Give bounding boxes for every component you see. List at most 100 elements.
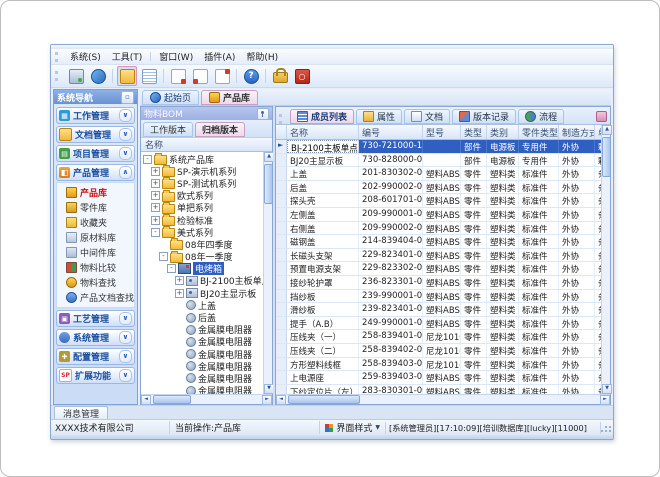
cell[interactable]: 左侧盖 xyxy=(287,208,359,221)
tree-node[interactable]: -美式系列 xyxy=(141,226,263,238)
cell[interactable]: 零件 xyxy=(461,194,487,207)
cell[interactable]: 外协 xyxy=(559,222,595,235)
tree-node[interactable]: +SP-测试机系列 xyxy=(141,177,263,189)
tree-node[interactable]: 金属膜电阻器 xyxy=(141,348,263,360)
cell[interactable]: 外协 xyxy=(559,140,595,153)
expand-plus-icon[interactable]: + xyxy=(151,216,160,225)
sidebar-item-material-compare[interactable]: 物料比较 xyxy=(57,260,134,275)
menu-tools[interactable]: 工具(T) xyxy=(107,50,148,63)
column-header[interactable]: 类别 xyxy=(487,125,519,139)
cell[interactable]: 标准件 xyxy=(519,167,559,180)
cell[interactable]: 部件 xyxy=(461,154,487,167)
cell[interactable]: 上盖 xyxy=(287,167,359,180)
tab-workflow[interactable]: 流程 xyxy=(518,109,564,124)
scroll-right-icon[interactable]: ► xyxy=(600,395,610,405)
help-button[interactable] xyxy=(241,66,261,86)
cell[interactable]: 方形塑料线框 xyxy=(287,358,359,371)
cell[interactable] xyxy=(423,140,461,153)
cell[interactable]: 塑料类 xyxy=(487,262,519,275)
cell[interactable] xyxy=(423,154,461,167)
cell[interactable]: 尼龙1010 xyxy=(423,330,461,343)
menu-help[interactable]: 帮助(H) xyxy=(241,50,283,63)
table-row[interactable]: 磁钢盖214-839404-01X塑料ABS零件塑料类标准件外协条 xyxy=(276,235,601,249)
cell[interactable]: 探头壳 xyxy=(287,194,359,207)
table-horizontal-scrollbar[interactable]: ◄ ► xyxy=(276,394,610,404)
cell[interactable]: 202-990002-01X xyxy=(359,181,423,194)
cell[interactable]: 塑料类 xyxy=(487,344,519,357)
cell[interactable]: 239-823401-00X xyxy=(359,303,423,316)
cell[interactable]: 电源板 xyxy=(487,154,519,167)
tree-node[interactable]: +单把系列 xyxy=(141,202,263,214)
cell[interactable]: 标准件 xyxy=(519,208,559,221)
cell[interactable]: 零件 xyxy=(461,181,487,194)
cell[interactable]: 249-990001-01X xyxy=(359,317,423,330)
cell[interactable]: 塑料类 xyxy=(487,303,519,316)
chevron-down-icon[interactable]: ∨ xyxy=(119,312,132,325)
cell[interactable]: 外协 xyxy=(559,208,595,221)
cell[interactable]: 283-830301-00X xyxy=(359,385,423,394)
cell[interactable]: 零件 xyxy=(461,276,487,289)
chevron-down-icon[interactable]: ∨ xyxy=(119,350,132,363)
cell[interactable]: 塑料类 xyxy=(487,167,519,180)
table-row[interactable]: 探头壳208-601701-01X塑料ABS零件塑料类标准件外协条 xyxy=(276,194,601,208)
cell[interactable]: 塑料ABS xyxy=(423,262,461,275)
cell[interactable]: 塑料ABS xyxy=(423,181,461,194)
tree-vertical-scrollbar[interactable]: ▲ ▼ xyxy=(263,152,272,394)
cell[interactable]: 零件 xyxy=(461,262,487,275)
tree-vscroll-track[interactable] xyxy=(264,162,272,384)
sidebar-item-product-library[interactable]: 产品库 xyxy=(57,185,134,200)
cell[interactable]: 730-721000-12X xyxy=(359,140,423,153)
cell[interactable]: 标准件 xyxy=(519,330,559,343)
table-row[interactable]: 后盖202-990002-01X塑料ABS零件塑料类标准件外协条 xyxy=(276,181,601,195)
cell[interactable]: 标准件 xyxy=(519,385,559,394)
sidebar-group-system-management[interactable]: 系统管理∨ xyxy=(56,329,135,346)
cell[interactable]: 外协 xyxy=(559,154,595,167)
cell[interactable]: 零件 xyxy=(461,167,487,180)
table-row[interactable]: ►BJ-2100主板单点730-721000-12X部件电源板专用件外协颗 xyxy=(276,140,601,154)
tree-node[interactable]: 08年四季度 xyxy=(141,238,263,250)
tree-column-header[interactable]: 名称 xyxy=(141,138,272,152)
chevron-down-icon[interactable]: ∨ xyxy=(119,128,132,141)
chevron-down-icon[interactable]: ∨ xyxy=(119,147,132,160)
cell[interactable]: 209-990002-01X xyxy=(359,222,423,235)
cell[interactable]: 专用件 xyxy=(519,140,559,153)
menu-plugins[interactable]: 插件(A) xyxy=(199,50,240,63)
menu-grip[interactable] xyxy=(55,52,61,62)
tree-node[interactable]: -系统产品库 xyxy=(141,153,263,165)
column-header[interactable]: 型号 xyxy=(423,125,461,139)
cell[interactable]: 标准件 xyxy=(519,344,559,357)
tree-hscroll-track[interactable] xyxy=(151,395,262,404)
table-hscroll-thumb[interactable] xyxy=(288,395,360,404)
scroll-left-icon[interactable]: ◄ xyxy=(276,395,286,405)
cell[interactable]: 标准件 xyxy=(519,262,559,275)
cell[interactable]: 外协 xyxy=(559,358,595,371)
cell[interactable]: 208-601701-01X xyxy=(359,194,423,207)
tab-options-button[interactable] xyxy=(596,111,607,122)
sidebar-group-project-management[interactable]: 项目管理∨ xyxy=(56,145,135,162)
cell[interactable]: 塑料类 xyxy=(487,181,519,194)
cell[interactable]: 外协 xyxy=(559,276,595,289)
table-row[interactable]: 上电源座259-839403-00X塑料ABS零件塑料类标准件外协条 xyxy=(276,371,601,385)
cell[interactable]: 压线夹（一） xyxy=(287,330,359,343)
cell[interactable]: 258-839401-00X xyxy=(359,330,423,343)
cell[interactable]: 239-990001-01X xyxy=(359,290,423,303)
cell[interactable]: 尼龙1010 xyxy=(423,344,461,357)
sidebar-options-button[interactable]: ▫ xyxy=(121,91,134,104)
table-row[interactable]: 上盖201-830302-00X塑料ABS零件塑料类标准件外协条 xyxy=(276,167,601,181)
cell[interactable]: 236-823301-00X xyxy=(359,276,423,289)
tab-version-history[interactable]: 版本记录 xyxy=(452,109,516,124)
cell[interactable]: 零件 xyxy=(461,317,487,330)
cell[interactable]: 229-823302-00X xyxy=(359,262,423,275)
tree-node[interactable]: 金属膜电阻器 xyxy=(141,324,263,336)
cell[interactable]: 塑料ABS xyxy=(423,222,461,235)
cell[interactable]: 接纱轮护罩 xyxy=(287,276,359,289)
cell[interactable]: 零件 xyxy=(461,371,487,384)
tab-attributes[interactable]: 属性 xyxy=(356,109,402,124)
cell[interactable]: 标准件 xyxy=(519,371,559,384)
computer-button[interactable] xyxy=(66,66,86,86)
cell[interactable]: 外协 xyxy=(559,344,595,357)
cell[interactable]: 209-990001-01X xyxy=(359,208,423,221)
table-hscroll-track[interactable] xyxy=(286,395,600,404)
cell[interactable]: 塑料类 xyxy=(487,358,519,371)
tree-node[interactable]: +BJ-2100主板单点 xyxy=(141,275,263,287)
